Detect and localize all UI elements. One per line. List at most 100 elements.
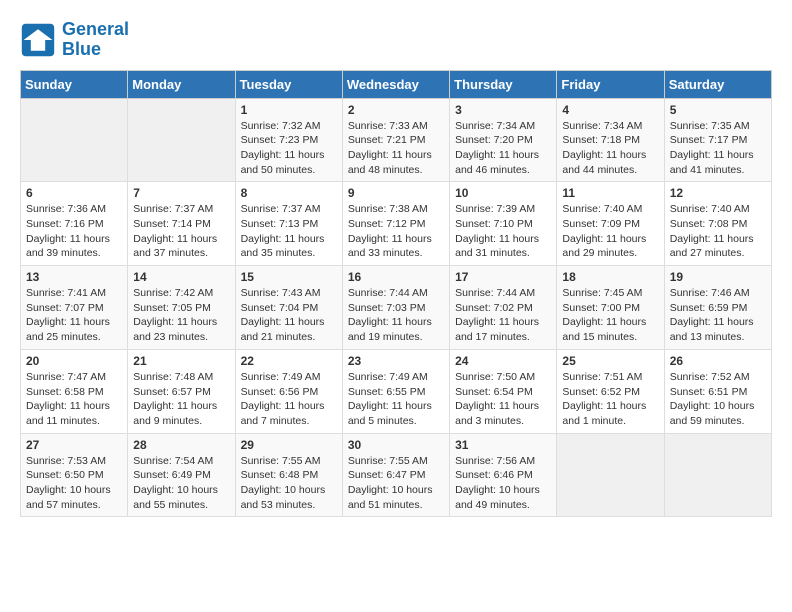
day-info: Sunrise: 7:52 AM Sunset: 6:51 PM Dayligh… (670, 370, 766, 429)
page-header: General Blue (20, 20, 772, 60)
day-info: Sunrise: 7:50 AM Sunset: 6:54 PM Dayligh… (455, 370, 551, 429)
day-number: 5 (670, 103, 766, 117)
day-info: Sunrise: 7:42 AM Sunset: 7:05 PM Dayligh… (133, 286, 229, 345)
day-number: 8 (241, 186, 337, 200)
day-info: Sunrise: 7:32 AM Sunset: 7:23 PM Dayligh… (241, 119, 337, 178)
day-info: Sunrise: 7:40 AM Sunset: 7:09 PM Dayligh… (562, 202, 658, 261)
day-number: 21 (133, 354, 229, 368)
day-info: Sunrise: 7:43 AM Sunset: 7:04 PM Dayligh… (241, 286, 337, 345)
calendar-week-row: 6 Sunrise: 7:36 AM Sunset: 7:16 PM Dayli… (21, 182, 772, 266)
day-number: 23 (348, 354, 444, 368)
calendar-cell: 21 Sunrise: 7:48 AM Sunset: 6:57 PM Dayl… (128, 349, 235, 433)
calendar-cell: 7 Sunrise: 7:37 AM Sunset: 7:14 PM Dayli… (128, 182, 235, 266)
day-number: 30 (348, 438, 444, 452)
weekday-header: Friday (557, 70, 664, 98)
day-number: 26 (670, 354, 766, 368)
day-info: Sunrise: 7:51 AM Sunset: 6:52 PM Dayligh… (562, 370, 658, 429)
day-info: Sunrise: 7:37 AM Sunset: 7:13 PM Dayligh… (241, 202, 337, 261)
calendar-cell: 4 Sunrise: 7:34 AM Sunset: 7:18 PM Dayli… (557, 98, 664, 182)
day-info: Sunrise: 7:40 AM Sunset: 7:08 PM Dayligh… (670, 202, 766, 261)
day-info: Sunrise: 7:37 AM Sunset: 7:14 PM Dayligh… (133, 202, 229, 261)
weekday-header: Thursday (450, 70, 557, 98)
day-info: Sunrise: 7:34 AM Sunset: 7:18 PM Dayligh… (562, 119, 658, 178)
day-number: 1 (241, 103, 337, 117)
logo: General Blue (20, 20, 129, 60)
day-info: Sunrise: 7:41 AM Sunset: 7:07 PM Dayligh… (26, 286, 122, 345)
day-info: Sunrise: 7:55 AM Sunset: 6:47 PM Dayligh… (348, 454, 444, 513)
day-number: 6 (26, 186, 122, 200)
day-number: 3 (455, 103, 551, 117)
day-info: Sunrise: 7:44 AM Sunset: 7:02 PM Dayligh… (455, 286, 551, 345)
calendar-cell: 6 Sunrise: 7:36 AM Sunset: 7:16 PM Dayli… (21, 182, 128, 266)
weekday-header: Tuesday (235, 70, 342, 98)
day-info: Sunrise: 7:45 AM Sunset: 7:00 PM Dayligh… (562, 286, 658, 345)
calendar-cell: 30 Sunrise: 7:55 AM Sunset: 6:47 PM Dayl… (342, 433, 449, 517)
calendar-cell: 31 Sunrise: 7:56 AM Sunset: 6:46 PM Dayl… (450, 433, 557, 517)
day-info: Sunrise: 7:56 AM Sunset: 6:46 PM Dayligh… (455, 454, 551, 513)
weekday-header: Monday (128, 70, 235, 98)
calendar-cell: 23 Sunrise: 7:49 AM Sunset: 6:55 PM Dayl… (342, 349, 449, 433)
weekday-header: Wednesday (342, 70, 449, 98)
day-number: 29 (241, 438, 337, 452)
calendar-cell: 14 Sunrise: 7:42 AM Sunset: 7:05 PM Dayl… (128, 266, 235, 350)
calendar-cell: 16 Sunrise: 7:44 AM Sunset: 7:03 PM Dayl… (342, 266, 449, 350)
day-info: Sunrise: 7:55 AM Sunset: 6:48 PM Dayligh… (241, 454, 337, 513)
calendar-cell: 11 Sunrise: 7:40 AM Sunset: 7:09 PM Dayl… (557, 182, 664, 266)
day-info: Sunrise: 7:33 AM Sunset: 7:21 PM Dayligh… (348, 119, 444, 178)
day-number: 13 (26, 270, 122, 284)
calendar-cell (21, 98, 128, 182)
calendar-cell: 20 Sunrise: 7:47 AM Sunset: 6:58 PM Dayl… (21, 349, 128, 433)
day-info: Sunrise: 7:46 AM Sunset: 6:59 PM Dayligh… (670, 286, 766, 345)
day-number: 17 (455, 270, 551, 284)
day-info: Sunrise: 7:53 AM Sunset: 6:50 PM Dayligh… (26, 454, 122, 513)
calendar-cell (128, 98, 235, 182)
day-number: 16 (348, 270, 444, 284)
day-number: 11 (562, 186, 658, 200)
calendar-cell: 28 Sunrise: 7:54 AM Sunset: 6:49 PM Dayl… (128, 433, 235, 517)
calendar-cell: 18 Sunrise: 7:45 AM Sunset: 7:00 PM Dayl… (557, 266, 664, 350)
calendar-cell: 12 Sunrise: 7:40 AM Sunset: 7:08 PM Dayl… (664, 182, 771, 266)
day-number: 2 (348, 103, 444, 117)
day-number: 31 (455, 438, 551, 452)
calendar-cell: 29 Sunrise: 7:55 AM Sunset: 6:48 PM Dayl… (235, 433, 342, 517)
calendar-cell (557, 433, 664, 517)
day-info: Sunrise: 7:47 AM Sunset: 6:58 PM Dayligh… (26, 370, 122, 429)
day-number: 28 (133, 438, 229, 452)
day-number: 19 (670, 270, 766, 284)
day-info: Sunrise: 7:38 AM Sunset: 7:12 PM Dayligh… (348, 202, 444, 261)
day-info: Sunrise: 7:34 AM Sunset: 7:20 PM Dayligh… (455, 119, 551, 178)
calendar-cell: 15 Sunrise: 7:43 AM Sunset: 7:04 PM Dayl… (235, 266, 342, 350)
day-number: 9 (348, 186, 444, 200)
logo-icon (20, 22, 56, 58)
day-number: 10 (455, 186, 551, 200)
calendar-cell: 9 Sunrise: 7:38 AM Sunset: 7:12 PM Dayli… (342, 182, 449, 266)
day-number: 25 (562, 354, 658, 368)
day-number: 4 (562, 103, 658, 117)
weekday-header: Saturday (664, 70, 771, 98)
day-number: 7 (133, 186, 229, 200)
calendar-cell: 19 Sunrise: 7:46 AM Sunset: 6:59 PM Dayl… (664, 266, 771, 350)
calendar-cell: 13 Sunrise: 7:41 AM Sunset: 7:07 PM Dayl… (21, 266, 128, 350)
weekday-header: Sunday (21, 70, 128, 98)
calendar-cell (664, 433, 771, 517)
day-info: Sunrise: 7:44 AM Sunset: 7:03 PM Dayligh… (348, 286, 444, 345)
calendar-cell: 2 Sunrise: 7:33 AM Sunset: 7:21 PM Dayli… (342, 98, 449, 182)
calendar-week-row: 27 Sunrise: 7:53 AM Sunset: 6:50 PM Dayl… (21, 433, 772, 517)
calendar-week-row: 13 Sunrise: 7:41 AM Sunset: 7:07 PM Dayl… (21, 266, 772, 350)
calendar-cell: 17 Sunrise: 7:44 AM Sunset: 7:02 PM Dayl… (450, 266, 557, 350)
day-number: 12 (670, 186, 766, 200)
calendar-table: SundayMondayTuesdayWednesdayThursdayFrid… (20, 70, 772, 518)
day-number: 15 (241, 270, 337, 284)
day-info: Sunrise: 7:48 AM Sunset: 6:57 PM Dayligh… (133, 370, 229, 429)
calendar-header-row: SundayMondayTuesdayWednesdayThursdayFrid… (21, 70, 772, 98)
calendar-cell: 26 Sunrise: 7:52 AM Sunset: 6:51 PM Dayl… (664, 349, 771, 433)
day-number: 27 (26, 438, 122, 452)
calendar-cell: 8 Sunrise: 7:37 AM Sunset: 7:13 PM Dayli… (235, 182, 342, 266)
day-number: 18 (562, 270, 658, 284)
day-number: 20 (26, 354, 122, 368)
day-info: Sunrise: 7:36 AM Sunset: 7:16 PM Dayligh… (26, 202, 122, 261)
calendar-cell: 22 Sunrise: 7:49 AM Sunset: 6:56 PM Dayl… (235, 349, 342, 433)
calendar-cell: 1 Sunrise: 7:32 AM Sunset: 7:23 PM Dayli… (235, 98, 342, 182)
logo-text: General Blue (62, 20, 129, 60)
day-number: 24 (455, 354, 551, 368)
